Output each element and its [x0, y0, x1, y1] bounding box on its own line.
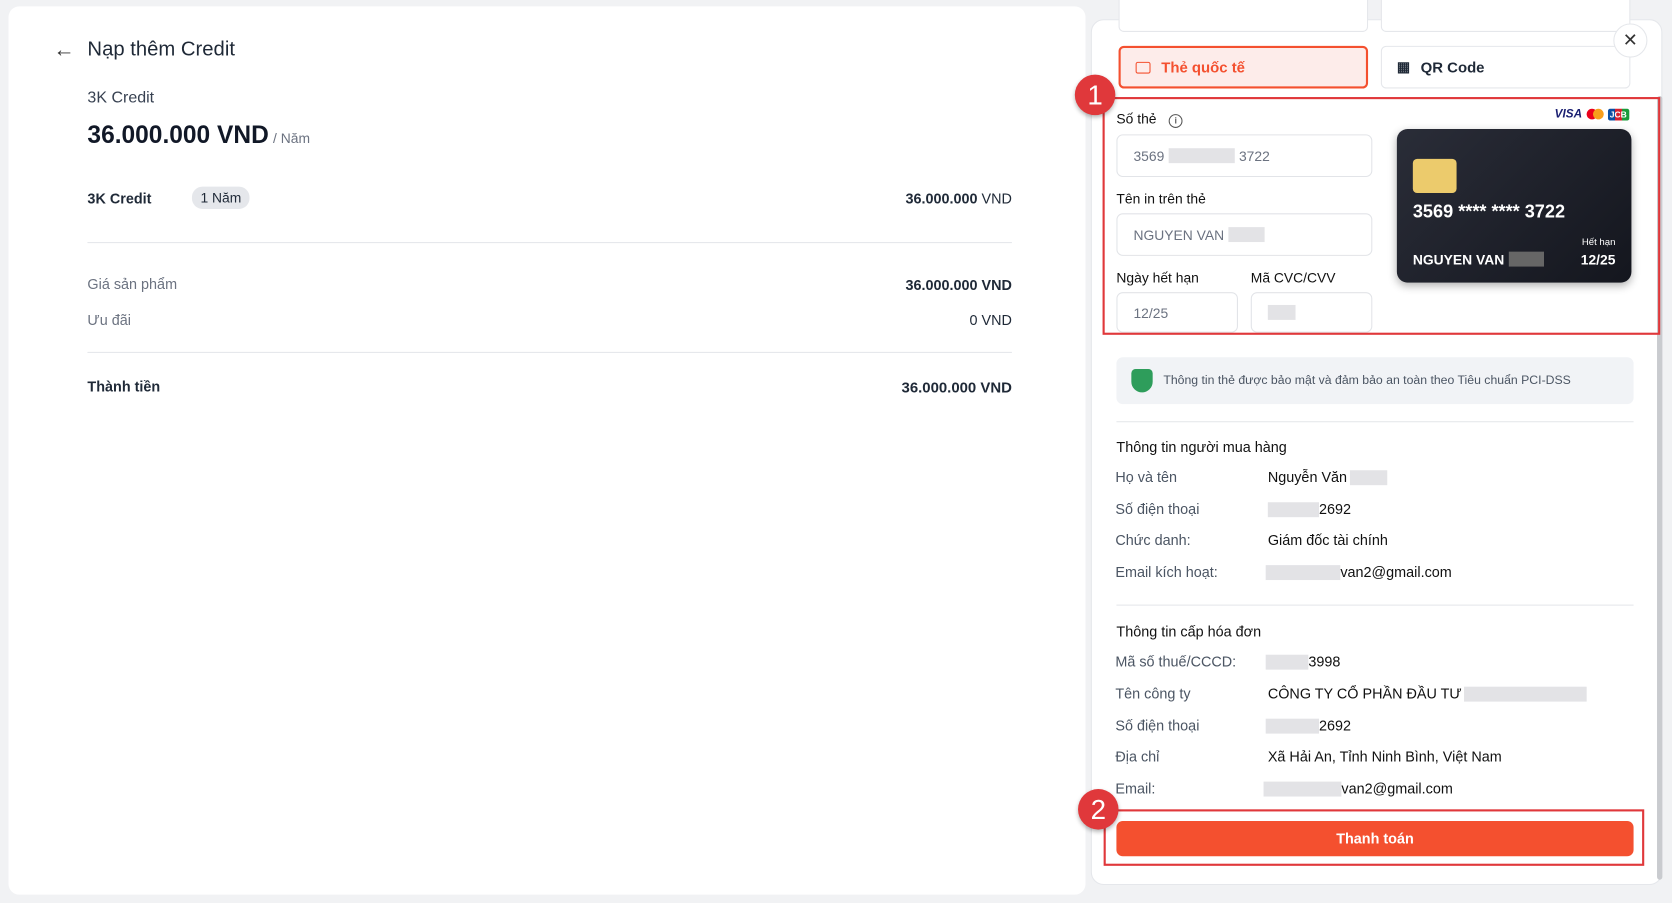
- product-name: 3K Credit: [87, 88, 155, 107]
- buyer-title-value: Giám đốc tài chính: [1267, 532, 1388, 549]
- invoice-email-label: Email:: [1115, 780, 1156, 797]
- close-button[interactable]: ✕: [1613, 23, 1648, 58]
- payment-method-option[interactable]: [1118, 0, 1369, 32]
- duration-badge: 1 Năm: [191, 186, 250, 209]
- divider: [1116, 604, 1634, 606]
- invoice-section-title: Thông tin cấp hóa đơn: [1116, 623, 1262, 640]
- invoice-phone-label: Số điện thoại: [1115, 717, 1200, 734]
- payment-method-option[interactable]: [1380, 0, 1631, 32]
- tab-label: QR Code: [1420, 58, 1485, 76]
- back-arrow-icon[interactable]: ←: [53, 38, 74, 63]
- product-price-value: 36.000.000 VND: [905, 277, 1012, 294]
- buyer-phone-label: Số điện thoại: [1115, 501, 1200, 518]
- annotation-badge-1: 1: [1074, 74, 1116, 116]
- buyer-email-value: van2@gmail.com: [1265, 564, 1452, 580]
- amount-currency: VND: [981, 190, 1012, 207]
- page-title: Nạp thêm Credit: [87, 38, 235, 61]
- tax-id-label: Mã số thuế/CCCD:: [1115, 653, 1237, 670]
- card-icon: [1135, 61, 1151, 74]
- security-note: Thông tin thẻ được bảo mật và đảm bảo an…: [1116, 357, 1634, 405]
- invoice-email-value: van2@gmail.com: [1263, 781, 1453, 797]
- divider: [87, 351, 1012, 353]
- buyer-phone-value: 2692: [1267, 501, 1351, 517]
- total-label: Thành tiền: [87, 378, 161, 395]
- company-name-value: CÔNG TY CỔ PHẦN ĐẦU TƯ: [1268, 686, 1587, 702]
- annotation-badge-2: 2: [1078, 789, 1119, 830]
- divider: [1116, 421, 1634, 423]
- address-label: Địa chỉ: [1115, 748, 1160, 765]
- buyer-email-label: Email kích hoạt:: [1115, 564, 1218, 581]
- line-item-amount: 36.000.000 VND: [905, 191, 1011, 207]
- product-price-label: Giá sản phẩm: [87, 276, 178, 293]
- discount-value: 0 VND: [969, 312, 1012, 329]
- product-price-block: 36.000.000 VND / Năm: [87, 120, 310, 149]
- qr-code-icon: ▦: [1396, 58, 1410, 75]
- total-value: 36.000.000 VND: [901, 378, 1012, 396]
- tab-label: Thẻ quốc tế: [1161, 58, 1245, 76]
- buyer-name-value: Nguyễn Văn: [1268, 469, 1388, 485]
- tab-international-card[interactable]: Thẻ quốc tế: [1118, 45, 1369, 89]
- buyer-title-label: Chức danh:: [1115, 532, 1191, 549]
- divider: [87, 242, 1012, 244]
- amount-value: 36.000.000: [905, 190, 978, 207]
- product-price: 36.000.000 VND: [87, 120, 269, 149]
- buyer-section-title: Thông tin người mua hàng: [1116, 439, 1287, 456]
- annotation-box-2: [1103, 809, 1645, 866]
- discount-label: Ưu đãi: [87, 312, 131, 329]
- annotation-box-1: [1102, 97, 1661, 335]
- tax-id-value: 3998: [1265, 654, 1340, 670]
- company-name-label: Tên công ty: [1115, 685, 1191, 702]
- address-value: Xã Hải An, Tỉnh Ninh Bình, Việt Nam: [1267, 748, 1502, 765]
- buyer-name-label: Họ và tên: [1115, 469, 1177, 486]
- product-period: / Năm: [273, 130, 311, 147]
- pci-shield-icon: [1131, 368, 1153, 393]
- tab-qr-code[interactable]: ▦ QR Code: [1380, 45, 1631, 89]
- line-item-name: 3K Credit: [87, 190, 152, 207]
- invoice-phone-value: 2692: [1265, 718, 1351, 734]
